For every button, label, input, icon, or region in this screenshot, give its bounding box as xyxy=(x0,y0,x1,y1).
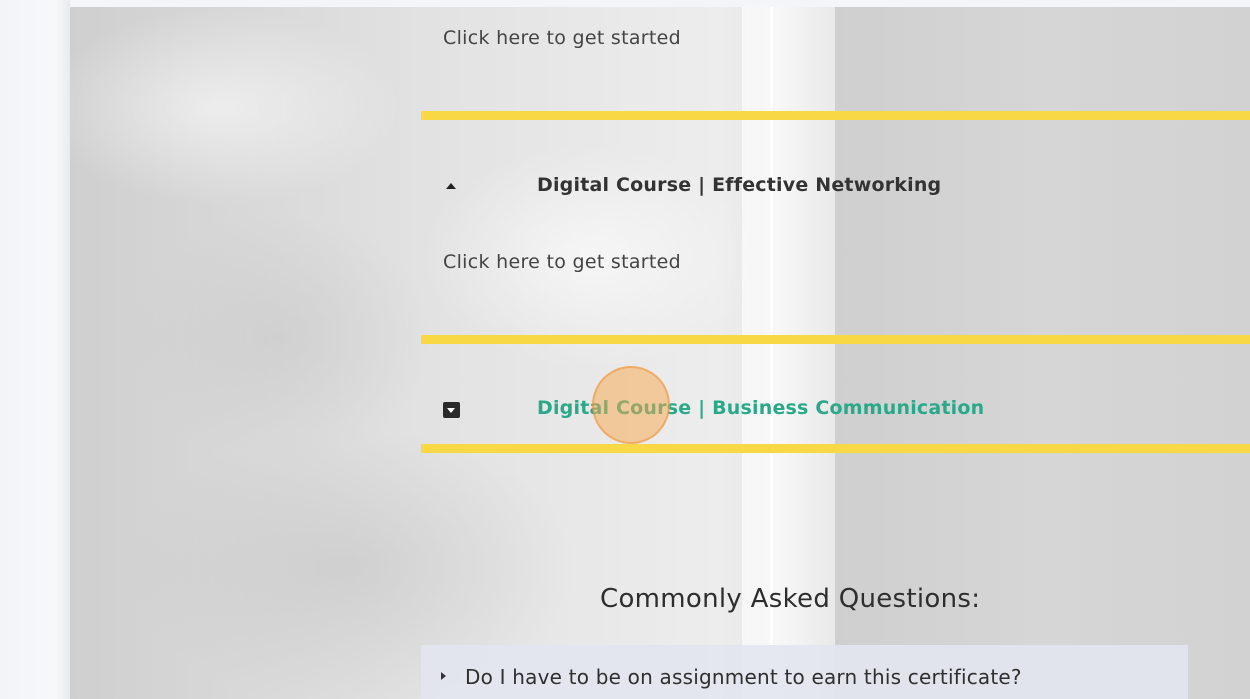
accordion-header-effective-networking[interactable]: Digital Course | Effective Networking xyxy=(537,174,941,196)
caret-right-icon[interactable] xyxy=(441,672,446,680)
get-started-link[interactable]: Click here to get started xyxy=(443,27,681,49)
get-started-link[interactable]: Click here to get started xyxy=(443,251,681,273)
course-accordion-section: Click here to get started Digital Course… xyxy=(0,0,1250,699)
caret-down-box-icon[interactable] xyxy=(443,402,460,418)
accordion-divider xyxy=(421,444,1250,453)
faq-heading: Commonly Asked Questions: xyxy=(600,584,981,614)
accordion-divider xyxy=(421,111,1250,120)
faq-question[interactable]: Do I have to be on assignment to earn th… xyxy=(465,665,1022,689)
accordion-divider xyxy=(421,335,1250,344)
caret-up-icon[interactable] xyxy=(446,183,456,189)
click-indicator xyxy=(592,366,670,444)
